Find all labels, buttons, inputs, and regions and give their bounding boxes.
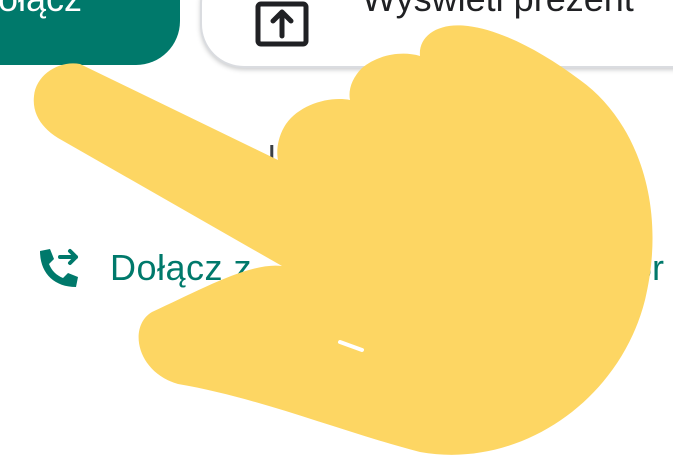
pointing-hand-icon xyxy=(33,25,653,455)
meeting-join-screen: ołącz Wyświetl prezent l Dołącz z or xyxy=(0,0,673,465)
